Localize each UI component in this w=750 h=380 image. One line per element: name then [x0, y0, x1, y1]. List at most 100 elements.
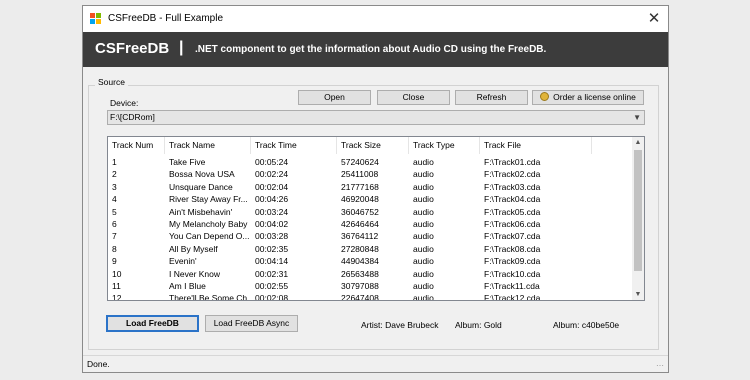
window-title: CSFreeDB - Full Example: [108, 13, 224, 24]
track-type-cell: audio: [413, 293, 434, 301]
track-time-cell: 00:04:26: [255, 194, 289, 205]
table-row[interactable]: 11 Am I Blue 00:02:55 30797088 audio F:\Track…: [108, 280, 633, 292]
tracks-rows: 1 Take Five 00:05:24 57240624 audio F:\Track0…: [108, 156, 633, 301]
close-button[interactable]: Close: [377, 90, 450, 105]
track-type-cell: audio: [413, 157, 434, 167]
track-type-cell: audio: [413, 218, 434, 229]
track-name-cell: Take Five: [169, 157, 206, 167]
column-header-track-size[interactable]: Track Size: [337, 137, 409, 154]
track-type-cell: audio: [413, 194, 434, 205]
track-time-cell: 00:02:31: [255, 268, 289, 279]
table-row[interactable]: 12 There'll Be Some Ch... 00:02:08 22647408…: [108, 292, 633, 301]
track-name-cell: All By Myself: [169, 243, 218, 254]
track-file-cell: F:\Track05.cda: [484, 206, 541, 217]
track-num-cell: 8: [112, 243, 117, 254]
track-file-cell: F:\Track07.cda: [484, 231, 541, 242]
table-row[interactable]: 4 River Stay Away Fr... 00:04:26 46920048 au…: [108, 193, 633, 205]
close-icon[interactable]: ✕: [646, 9, 662, 27]
table-row[interactable]: 5 Ain't Misbehavin' 00:03:24 36046752 audio F…: [108, 206, 633, 218]
track-num-cell: 4: [112, 194, 117, 205]
load-freedb-async-button[interactable]: Load FreeDB Async: [205, 315, 298, 332]
track-size-cell: 27280848: [341, 243, 379, 254]
device-select-value: F:\[CDRom]: [110, 112, 155, 122]
table-row[interactable]: 10 I Never Know 00:02:31 26563488 audio F:\Tr…: [108, 268, 633, 280]
track-file-cell: F:\Track01.cda: [484, 157, 541, 167]
table-row[interactable]: 8 All By Myself 00:02:35 27280848 audio F:\Tr…: [108, 243, 633, 255]
track-file-cell: F:\Track10.cda: [484, 268, 541, 279]
track-name-cell: Bossa Nova USA: [169, 169, 235, 180]
tracks-header: Track Num Track Name Track Time Track Si…: [108, 137, 633, 154]
table-row[interactable]: 3 Unsquare Dance 00:02:04 21777168 audio F:\T…: [108, 181, 633, 193]
track-time-cell: 00:05:24: [255, 157, 289, 167]
track-file-cell: F:\Track09.cda: [484, 256, 541, 267]
track-file-cell: F:\Track06.cda: [484, 218, 541, 229]
track-size-cell: 30797088: [341, 280, 379, 291]
track-num-cell: 11: [112, 280, 121, 291]
track-num-cell: 1: [112, 157, 117, 167]
artist-label: Artist: Dave Brubeck: [361, 320, 439, 330]
column-header-track-name[interactable]: Track Name: [165, 137, 251, 154]
column-header-track-time[interactable]: Track Time: [251, 137, 337, 154]
load-freedb-button[interactable]: Load FreeDB: [106, 315, 199, 332]
scroll-up-icon[interactable]: ▲: [632, 139, 644, 146]
track-name-cell: Ain't Misbehavin': [169, 206, 233, 217]
track-file-cell: F:\Track04.cda: [484, 194, 541, 205]
table-row[interactable]: 2 Bossa Nova USA 00:02:24 25411008 audio F:\T…: [108, 168, 633, 180]
track-name-cell: You Can Depend O...: [169, 231, 250, 242]
title-bar[interactable]: CSFreeDB - Full Example ✕: [83, 6, 668, 32]
column-header-track-type[interactable]: Track Type: [409, 137, 480, 154]
track-file-cell: F:\Track11.cda: [484, 280, 540, 291]
track-time-cell: 00:02:35: [255, 243, 289, 254]
album-id-label: Album: c40be50e: [553, 320, 620, 330]
status-bar: Done. ⋯: [83, 355, 668, 372]
table-row[interactable]: 6 My Melancholy Baby 00:04:02 42646464 audio…: [108, 218, 633, 230]
track-type-cell: audio: [413, 243, 434, 254]
track-file-cell: F:\Track03.cda: [484, 181, 541, 192]
scroll-down-icon[interactable]: ▼: [632, 291, 644, 298]
track-time-cell: 00:03:24: [255, 206, 289, 217]
track-num-cell: 2: [112, 169, 117, 180]
track-num-cell: 10: [112, 268, 122, 279]
open-button[interactable]: Open: [298, 90, 371, 105]
device-select[interactable]: F:\[CDRom] ▼: [107, 110, 645, 125]
refresh-button[interactable]: Refresh: [455, 90, 528, 105]
track-type-cell: audio: [413, 268, 434, 279]
track-type-cell: audio: [413, 181, 434, 192]
album-label: Album: Gold: [455, 320, 502, 330]
track-size-cell: 25411008: [341, 169, 379, 180]
track-time-cell: 00:02:55: [255, 280, 289, 291]
main-window: CSFreeDB - Full Example ✕ CSFreeDB | .NE…: [82, 5, 669, 373]
table-row[interactable]: 9 Evenin' 00:04:14 44904384 audio F:\Track09.…: [108, 255, 633, 267]
track-size-cell: 26563488: [341, 268, 379, 279]
banner-description: .NET component to get the information ab…: [195, 44, 547, 55]
status-text: Done.: [87, 359, 110, 369]
column-header-track-file[interactable]: Track File: [480, 137, 592, 154]
banner-title: CSFreeDB: [95, 40, 170, 57]
order-license-button[interactable]: Order a license online: [532, 90, 644, 105]
track-name-cell: I Never Know: [169, 268, 221, 279]
banner-separator: |: [179, 39, 184, 56]
track-file-cell: F:\Track02.cda: [484, 169, 541, 180]
track-time-cell: 00:02:04: [255, 181, 289, 192]
track-type-cell: audio: [413, 169, 434, 180]
track-size-cell: 44904384: [341, 256, 379, 267]
track-size-cell: 22647408: [341, 293, 379, 301]
table-row[interactable]: 1 Take Five 00:05:24 57240624 audio F:\Track0…: [108, 156, 633, 168]
track-num-cell: 5: [112, 206, 117, 217]
tracks-listview[interactable]: Track Num Track Name Track Time Track Si…: [107, 136, 645, 301]
resize-grip-icon[interactable]: ⋯: [656, 361, 665, 370]
track-time-cell: 00:04:02: [255, 218, 289, 229]
track-num-cell: 3: [112, 181, 117, 192]
column-header-track-num[interactable]: Track Num: [108, 137, 165, 154]
track-num-cell: 9: [112, 256, 117, 267]
track-type-cell: audio: [413, 206, 434, 217]
track-name-cell: My Melancholy Baby: [169, 218, 248, 229]
source-group-label: Source: [95, 77, 128, 87]
track-time-cell: 00:04:14: [255, 256, 289, 267]
track-name-cell: Am I Blue: [169, 280, 206, 291]
vertical-scrollbar[interactable]: ▲ ▼: [632, 137, 644, 300]
table-row[interactable]: 7 You Can Depend O... 00:03:28 36764112 audi…: [108, 230, 633, 242]
scrollbar-thumb[interactable]: [634, 150, 642, 271]
track-type-cell: audio: [413, 231, 434, 242]
track-size-cell: 57240624: [341, 157, 379, 167]
